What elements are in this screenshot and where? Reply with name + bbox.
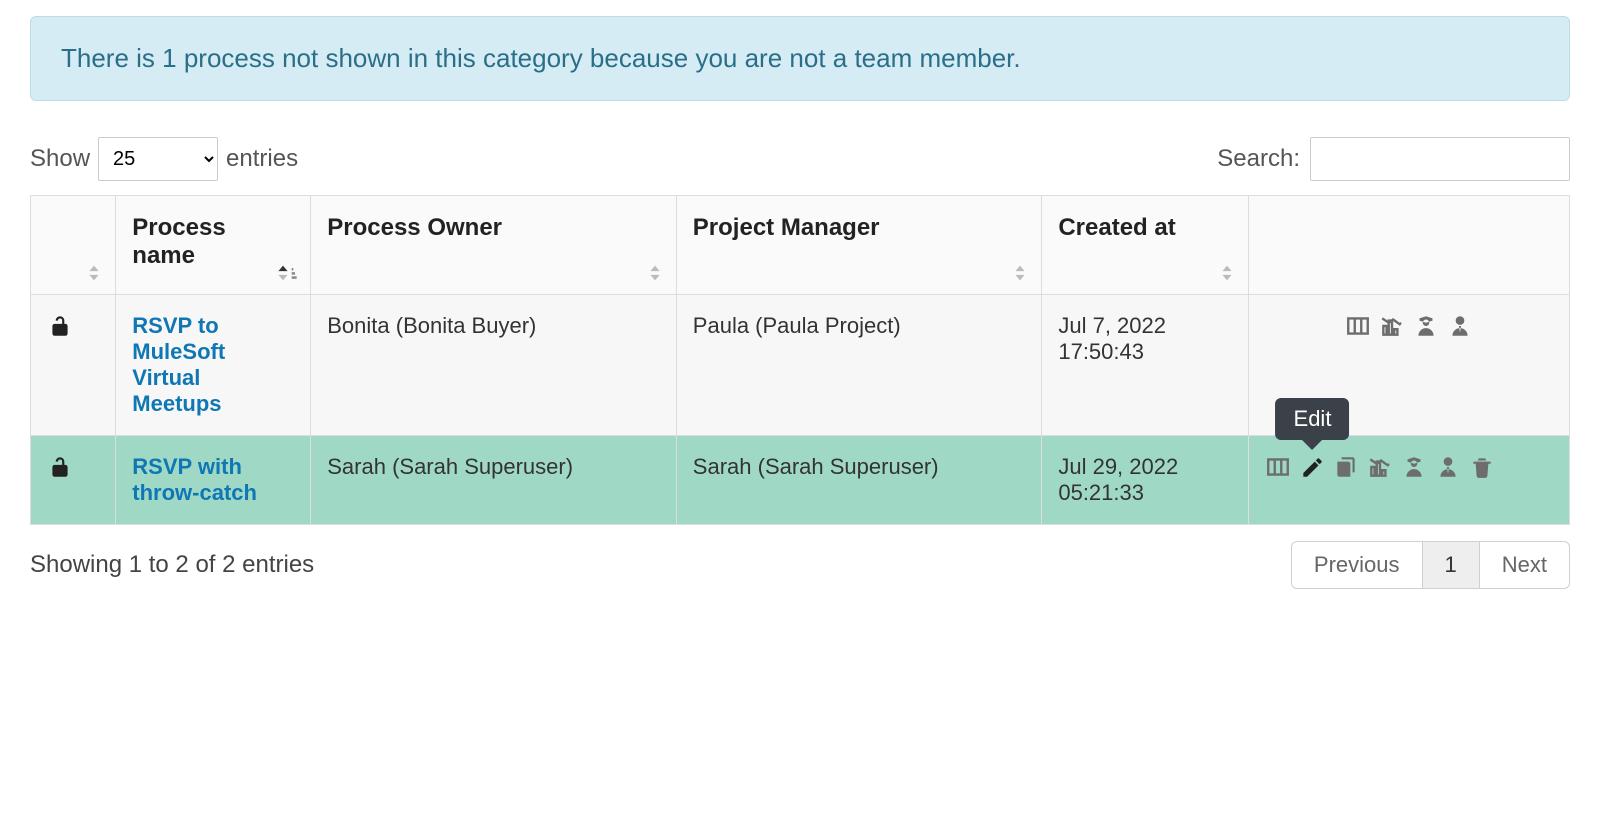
sort-icon: [272, 262, 300, 284]
cell-process-owner: Sarah (Sarah Superuser): [311, 436, 677, 525]
columns-icon[interactable]: [1345, 313, 1371, 345]
process-name-link[interactable]: RSVP with throw-catch: [132, 454, 257, 505]
copy-icon[interactable]: [1333, 454, 1359, 486]
info-alert: There is 1 process not shown in this cat…: [30, 16, 1570, 101]
col-header-label: Process Owner: [327, 214, 502, 241]
cell-process-owner: Bonita (Bonita Buyer): [311, 295, 677, 436]
col-header-actions: [1249, 196, 1570, 295]
search-label: Search:: [1217, 145, 1300, 173]
cell-lock: [31, 436, 116, 525]
table-row[interactable]: RSVP with throw-catch Sarah (Sarah Super…: [31, 436, 1570, 525]
cell-process-name: RSVP with throw-catch: [116, 436, 311, 525]
columns-icon[interactable]: [1265, 454, 1291, 486]
col-header-process-owner[interactable]: Process Owner: [311, 196, 677, 295]
sort-icon: [1009, 262, 1031, 284]
table-info: Showing 1 to 2 of 2 entries: [30, 551, 314, 579]
row-actions: [1265, 313, 1553, 345]
entries-label: entries: [226, 145, 298, 173]
col-header-label: Project Manager: [693, 214, 880, 241]
show-label: Show: [30, 145, 90, 173]
pagination-next[interactable]: Next: [1480, 541, 1570, 589]
user-shield-icon[interactable]: [1413, 313, 1439, 345]
col-header-label: Process name: [132, 214, 225, 269]
process-name-link[interactable]: RSVP to MuleSoft Virtual Meetups: [132, 313, 225, 416]
cell-created-at: Jul 29, 2022 05:21:33: [1042, 436, 1249, 525]
table-bottom-controls: Showing 1 to 2 of 2 entries Previous 1 N…: [30, 525, 1570, 589]
col-header-process-name[interactable]: Process name: [116, 196, 311, 295]
edit-icon[interactable]: Edit: [1299, 454, 1325, 486]
search-input[interactable]: [1310, 137, 1570, 181]
cell-project-manager: Paula (Paula Project): [676, 295, 1042, 436]
cell-project-manager: Sarah (Sarah Superuser): [676, 436, 1042, 525]
user-tie-icon[interactable]: [1435, 454, 1461, 486]
edit-tooltip: Edit: [1276, 398, 1350, 440]
cell-process-name: RSVP to MuleSoft Virtual Meetups: [116, 295, 311, 436]
chart-icon[interactable]: [1379, 313, 1405, 345]
table-top-controls: Show 25 entries Search:: [30, 137, 1570, 195]
sort-icon: [644, 262, 666, 284]
unlock-icon: [47, 319, 73, 344]
cell-created-at: Jul 7, 2022 17:50:43: [1042, 295, 1249, 436]
col-header-project-manager[interactable]: Project Manager: [676, 196, 1042, 295]
page-length-select[interactable]: 25: [98, 137, 218, 181]
col-header-lock[interactable]: [31, 196, 116, 295]
sort-icon: [1216, 262, 1238, 284]
row-actions: Edit: [1265, 454, 1553, 486]
cell-actions: Edit: [1249, 436, 1570, 525]
col-header-label: Created at: [1058, 214, 1175, 241]
pagination-previous[interactable]: Previous: [1291, 541, 1423, 589]
cell-lock: [31, 295, 116, 436]
unlock-icon: [47, 460, 73, 485]
info-alert-text: There is 1 process not shown in this cat…: [61, 43, 1021, 73]
pagination-page-1[interactable]: 1: [1423, 541, 1480, 589]
pagination: Previous 1 Next: [1291, 541, 1570, 589]
sort-icon: [83, 262, 105, 284]
page-length-control: Show 25 entries: [30, 137, 298, 181]
trash-icon[interactable]: [1469, 454, 1495, 486]
process-table: Process name Process Owner Project Manag…: [30, 195, 1570, 525]
tooltip-text: Edit: [1294, 406, 1332, 431]
col-header-created-at[interactable]: Created at: [1042, 196, 1249, 295]
search-control: Search:: [1217, 137, 1570, 181]
chart-icon[interactable]: [1367, 454, 1393, 486]
user-tie-icon[interactable]: [1447, 313, 1473, 345]
table-header-row: Process name Process Owner Project Manag…: [31, 196, 1570, 295]
user-shield-icon[interactable]: [1401, 454, 1427, 486]
